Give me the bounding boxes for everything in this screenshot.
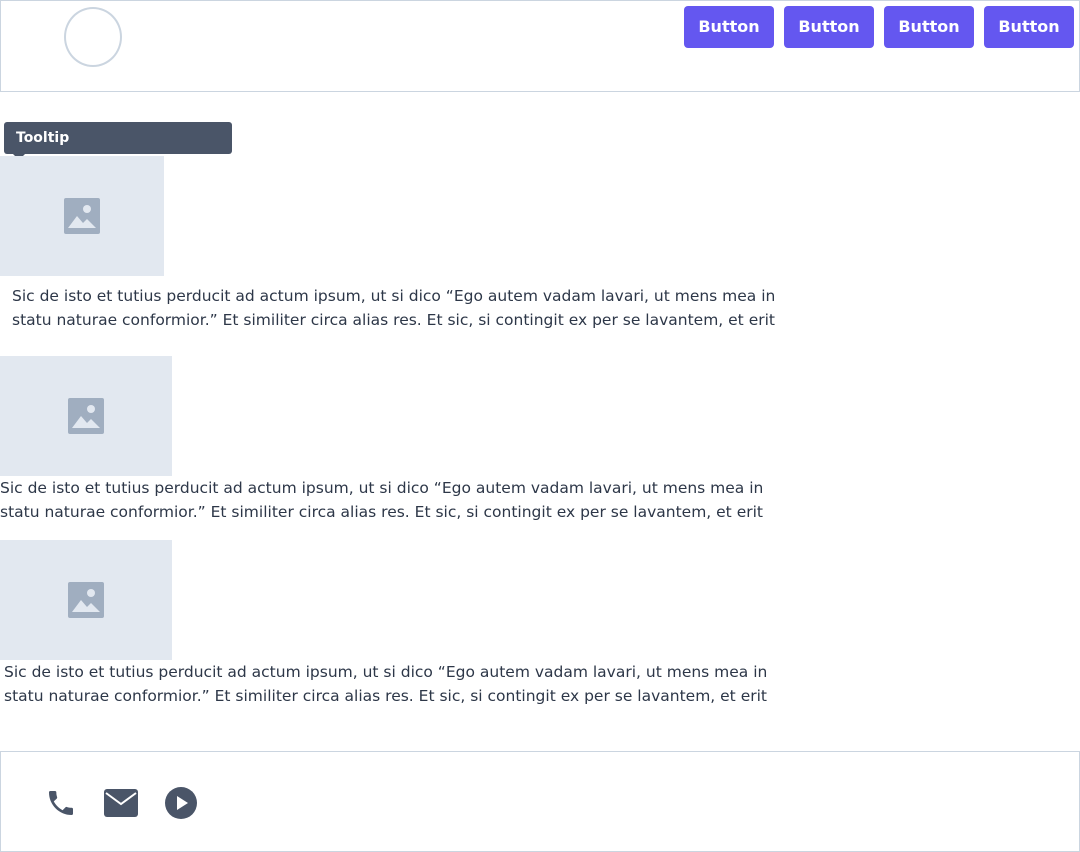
image-icon bbox=[64, 198, 100, 234]
image-icon bbox=[68, 582, 104, 618]
header-button-4[interactable]: Button bbox=[984, 6, 1074, 48]
body-paragraph: Sic de isto et tutius perducit ad actum … bbox=[0, 479, 764, 521]
image-placeholder bbox=[0, 156, 164, 276]
play-icon[interactable] bbox=[164, 786, 198, 820]
footer bbox=[0, 751, 1080, 852]
header: Button Button Button Button bbox=[0, 0, 1080, 92]
header-button-2[interactable]: Button bbox=[784, 6, 874, 48]
tooltip: Tooltip bbox=[4, 122, 232, 154]
body-paragraph: Sic de isto et tutius perducit ad actum … bbox=[12, 287, 776, 329]
avatar[interactable] bbox=[64, 7, 122, 67]
image-icon bbox=[68, 398, 104, 434]
mail-icon[interactable] bbox=[104, 789, 138, 817]
body-paragraph: Sic de isto et tutius perducit ad actum … bbox=[4, 663, 768, 705]
image-placeholder bbox=[0, 540, 172, 660]
header-button-1[interactable]: Button bbox=[684, 6, 774, 48]
image-placeholder bbox=[0, 356, 172, 476]
header-button-3[interactable]: Button bbox=[884, 6, 974, 48]
phone-icon[interactable] bbox=[45, 787, 77, 819]
